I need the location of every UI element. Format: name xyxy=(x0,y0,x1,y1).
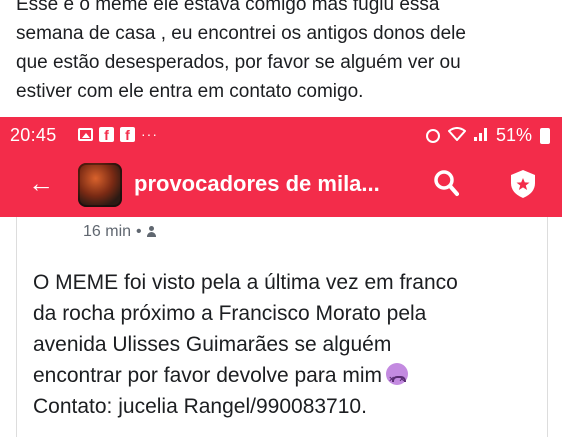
post-line: avenida Ulisses Guimarães se alguém xyxy=(33,333,392,356)
facebook-icon: f xyxy=(99,126,114,143)
post-line: da rocha próximo a Francisco Morato pela xyxy=(33,302,427,325)
battery-icon xyxy=(540,127,550,144)
alarm-icon xyxy=(425,128,440,143)
status-time: 20:45 xyxy=(10,125,57,145)
battery-percent: 51% xyxy=(495,125,532,145)
meta-separator: • xyxy=(136,223,142,240)
status-bar: 20:45 f f ··· 51% xyxy=(0,117,562,153)
screenshot-phone: 20:45 f f ··· 51% ← provocadores de mila… xyxy=(0,117,562,437)
post-card: 16 min • O MEME foi visto pela a última … xyxy=(16,217,548,437)
post-caption: Esse é o meme ele estava comigo mas fugi… xyxy=(16,0,466,102)
app-bar: ← provocadores de mila... xyxy=(0,153,562,217)
post-line-text: encontrar por favor devolve para mim xyxy=(33,364,382,387)
group-members-icon xyxy=(146,226,161,238)
dizzy-face-emoji xyxy=(386,363,408,395)
facebook-icon: f xyxy=(120,126,135,143)
back-arrow-icon[interactable]: ← xyxy=(28,170,54,196)
group-avatar[interactable] xyxy=(78,163,122,207)
shield-icon[interactable] xyxy=(509,168,537,200)
post-time[interactable]: 16 min xyxy=(83,223,131,241)
search-icon[interactable] xyxy=(433,167,459,199)
notification-icons: f f ··· xyxy=(78,126,158,143)
wifi-icon xyxy=(447,127,467,144)
post-line: Contato: jucelia Rangel/990083710. xyxy=(33,395,367,418)
status-right: 51% xyxy=(425,125,550,146)
more-notifications-icon: ··· xyxy=(141,126,158,142)
post-body: O MEME foi visto pela a última vez em fr… xyxy=(33,267,543,422)
post-line: O MEME foi visto pela a última vez em fr… xyxy=(33,271,458,294)
post-line: encontrar por favor devolve para mim xyxy=(33,360,543,395)
signal-icon xyxy=(473,127,488,144)
group-name[interactable]: provocadores de mila... xyxy=(134,171,380,197)
image-notification-icon xyxy=(78,127,93,141)
post-meta: 16 min • xyxy=(83,223,161,241)
